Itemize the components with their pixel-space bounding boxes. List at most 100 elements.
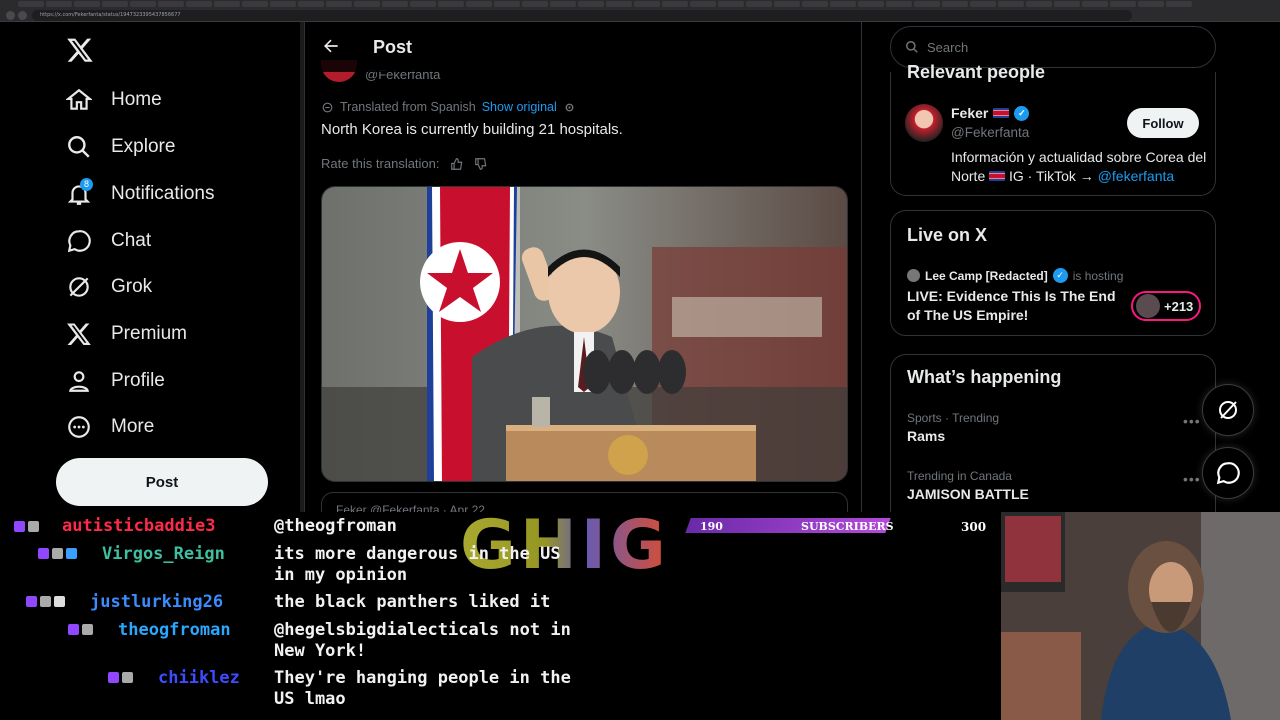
subscriber-goal: 300: [961, 520, 987, 534]
browser-tab[interactable]: [1054, 1, 1080, 7]
browser-tab[interactable]: [690, 1, 716, 7]
nav-item-grok[interactable]: Grok: [66, 267, 152, 307]
relevant-people-card: Relevant people Feker ✓ @Fekerfanta Foll…: [890, 62, 1216, 196]
browser-tab[interactable]: [1026, 1, 1052, 7]
back-arrow-icon[interactable]: [321, 36, 341, 56]
trend-item[interactable]: Sports · Trending Rams: [907, 411, 999, 444]
browser-tab[interactable]: [1110, 1, 1136, 7]
x-logo-icon: [66, 321, 92, 347]
browser-tab[interactable]: [550, 1, 576, 7]
nav-item-premium[interactable]: Premium: [66, 314, 187, 354]
host-avatar: [907, 269, 920, 282]
browser-tab[interactable]: [438, 1, 464, 7]
follow-button[interactable]: Follow: [1127, 108, 1199, 138]
browser-reload-button[interactable]: [18, 11, 27, 20]
browser-tab[interactable]: [578, 1, 604, 7]
browser-tab[interactable]: [326, 1, 352, 7]
browser-tab[interactable]: [382, 1, 408, 7]
browser-tab[interactable]: [46, 1, 72, 7]
nav-item-label: More: [111, 416, 155, 437]
browser-tab[interactable]: [298, 1, 324, 7]
x-logo-icon[interactable]: [66, 36, 94, 64]
chat-badges: [68, 624, 93, 635]
stream-chat-overlay: GHIG 190 SUBSCRIBERS 300 autisticbaddie3…: [0, 506, 1000, 720]
browser-tab[interactable]: [466, 1, 492, 7]
chat-badges: [108, 672, 133, 683]
nav-item-explore[interactable]: Explore: [66, 127, 175, 167]
more-options-icon[interactable]: •••: [1183, 413, 1201, 429]
nav-item-notifications[interactable]: 8 Notifications: [66, 174, 215, 214]
chat-badges: [38, 548, 77, 559]
nav-item-more[interactable]: More: [66, 407, 154, 447]
browser-tab[interactable]: [102, 1, 128, 7]
verified-badge-icon: ✓: [1014, 105, 1030, 121]
chat-floating-button[interactable]: [1202, 447, 1254, 499]
live-stream-title[interactable]: LIVE: Evidence This Is The End of The US…: [907, 287, 1117, 325]
browser-tab[interactable]: [802, 1, 828, 7]
browser-tab[interactable]: [662, 1, 688, 7]
live-listeners-pill[interactable]: +213: [1131, 291, 1201, 321]
browser-tab[interactable]: [74, 1, 100, 7]
post-image[interactable]: [321, 186, 848, 482]
bell-icon: 8: [66, 178, 93, 207]
nav-item-profile[interactable]: Profile: [66, 361, 165, 401]
browser-tab[interactable]: [718, 1, 744, 7]
browser-tab[interactable]: [606, 1, 632, 7]
host-name[interactable]: Lee Camp [Redacted]: [925, 269, 1048, 283]
browser-tab[interactable]: [886, 1, 912, 7]
browser-chrome: https://x.com/Fekerfanta/status/19473233…: [0, 0, 1280, 22]
browser-tab[interactable]: [186, 1, 212, 7]
browser-tab[interactable]: [18, 1, 44, 7]
address-bar[interactable]: https://x.com/Fekerfanta/status/19473233…: [32, 10, 1132, 21]
browser-tab[interactable]: [914, 1, 940, 7]
browser-tab[interactable]: [942, 1, 968, 7]
browser-tab[interactable]: [1138, 1, 1164, 7]
thumbs-up-icon[interactable]: [450, 157, 464, 171]
live-on-x-card[interactable]: Live on X Lee Camp [Redacted] ✓ is hosti…: [890, 210, 1216, 336]
browser-tab[interactable]: [634, 1, 660, 7]
browser-tab[interactable]: [522, 1, 548, 7]
show-original-link[interactable]: Show original: [482, 100, 557, 114]
browser-tab[interactable]: [1166, 1, 1192, 7]
browser-tab[interactable]: [354, 1, 380, 7]
browser-tab[interactable]: [830, 1, 856, 7]
north-korea-flag-icon: [989, 171, 1006, 181]
live-title: Live on X: [907, 225, 988, 245]
browser-tab[interactable]: [970, 1, 996, 7]
whats-happening-title: What’s happening: [907, 367, 1062, 387]
thumbs-down-icon[interactable]: [474, 157, 488, 171]
browser-tab[interactable]: [242, 1, 268, 7]
account-name[interactable]: Feker ✓: [951, 105, 1030, 121]
browser-tab[interactable]: [270, 1, 296, 7]
gear-icon[interactable]: [563, 101, 576, 114]
browser-tabstrip[interactable]: [0, 0, 1280, 8]
whats-happening-card: What’s happening Sports · Trending Rams …: [890, 354, 1216, 512]
browser-tab[interactable]: [158, 1, 184, 7]
more-options-icon[interactable]: •••: [1183, 471, 1201, 487]
browser-tab[interactable]: [214, 1, 240, 7]
chat-username: theogfroman: [118, 620, 231, 640]
grok-floating-button[interactable]: [1202, 384, 1254, 436]
nav-item-home[interactable]: Home: [65, 80, 162, 120]
browser-back-button[interactable]: [6, 11, 15, 20]
more-circle-icon: [66, 414, 92, 440]
bio-link[interactable]: @fekerfanta: [1098, 168, 1174, 184]
browser-tab[interactable]: [858, 1, 884, 7]
trend-name: JAMISON BATTLE: [907, 486, 1029, 502]
chat-message: its more dangerous in the US: [274, 544, 561, 564]
browser-tab[interactable]: [1082, 1, 1108, 7]
browser-tab[interactable]: [130, 1, 156, 7]
chat-message: @theogfroman: [274, 516, 397, 536]
browser-tab[interactable]: [774, 1, 800, 7]
browser-tab[interactable]: [998, 1, 1024, 7]
browser-tab[interactable]: [746, 1, 772, 7]
browser-tab[interactable]: [410, 1, 436, 7]
browser-tab[interactable]: [494, 1, 520, 7]
nav-item-chat[interactable]: Chat: [66, 221, 151, 261]
account-handle[interactable]: @Fekerfanta: [951, 125, 1029, 140]
trend-item[interactable]: Trending in Canada JAMISON BATTLE: [907, 469, 1029, 502]
rate-label: Rate this translation:: [321, 156, 440, 171]
listener-count: +213: [1164, 298, 1194, 314]
post-button[interactable]: Post: [56, 458, 268, 506]
avatar[interactable]: [905, 104, 943, 142]
